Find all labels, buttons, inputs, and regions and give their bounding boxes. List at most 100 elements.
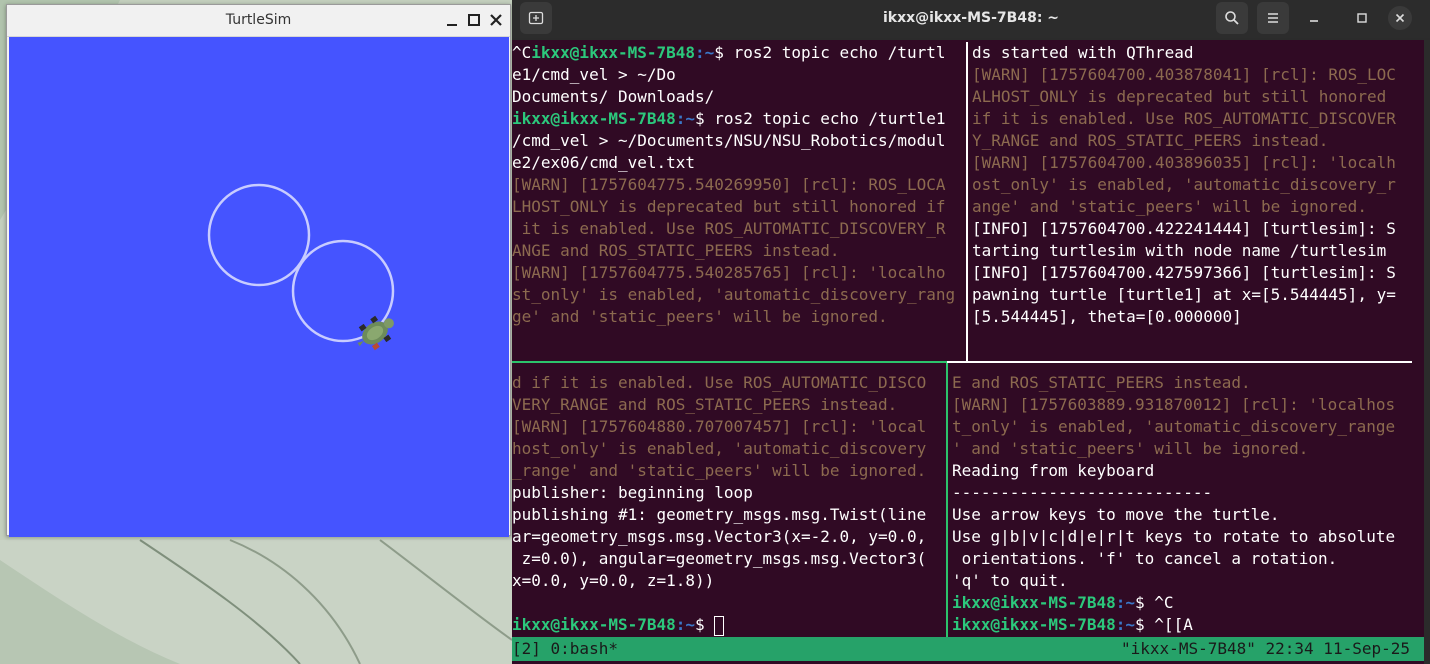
terminal-line: ar=geometry_msgs.msg.Vector3(x=-2.0, y=0… bbox=[512, 527, 927, 546]
terminal-line: /cmd_vel > ~/Documents/NSU/NSU_Robotics/… bbox=[512, 131, 946, 150]
terminal-line: LHOST_ONLY is deprecated but still honor… bbox=[512, 197, 946, 216]
terminal-line: ge' and 'static_peers' will be ignored. bbox=[512, 307, 888, 326]
prompt-path: :~ bbox=[675, 615, 696, 634]
terminal-line: ' and 'static_peers' will be ignored. bbox=[952, 439, 1309, 458]
tmux-status-bar: [2] 0:bash* "ikxx-MS-7B48" 22:34 11-Sep-… bbox=[512, 637, 1424, 661]
terminal-line: E and ROS_STATIC_PEERS instead. bbox=[952, 373, 1251, 392]
prompt-path: :~ bbox=[1115, 593, 1136, 612]
command-text: $ bbox=[695, 615, 715, 634]
tmux-pane-bottom-right[interactable]: E and ROS_STATIC_PEERS instead. [WARN] [1… bbox=[952, 372, 1424, 637]
terminal-line: ange' and 'static_peers' will be ignored… bbox=[972, 197, 1367, 216]
maximize-icon[interactable] bbox=[466, 12, 482, 28]
terminal-line: [WARN] [1757603889.931870012] [rcl]: 'lo… bbox=[952, 395, 1396, 414]
terminal-line: ikxx@ikxx-MS-7B48:~$ ros2 topic echo /tu… bbox=[512, 108, 966, 130]
terminal-body[interactable]: ^Cikxx@ikxx-MS-7B48:~$ ros2 topic echo /… bbox=[512, 40, 1424, 664]
terminal-line: ost_only' is enabled, 'automatic_discove… bbox=[972, 175, 1396, 194]
pane-divider-horizontal-active bbox=[512, 361, 947, 363]
command-text: $ ros2 topic echo /turtl bbox=[714, 43, 946, 62]
terminal-line: orientations. 'f' to cancel a rotation. bbox=[952, 549, 1338, 568]
terminal-line: ikxx@ikxx-MS-7B48:~$ bbox=[512, 614, 946, 636]
terminal-line: [WARN] [1757604775.540269950] [rcl]: ROS… bbox=[512, 175, 946, 194]
command-text: $ ^C bbox=[1135, 593, 1174, 612]
terminal-maximize-button[interactable] bbox=[1350, 6, 1374, 30]
terminal-scrollbar[interactable] bbox=[1424, 40, 1430, 664]
terminal-line: ANGE and ROS_STATIC_PEERS instead. bbox=[512, 241, 840, 260]
terminal-line: ALHOST_ONLY is deprecated but still hono… bbox=[972, 87, 1387, 106]
terminal-line: [INFO] [1757604700.422241444] [turtlesim… bbox=[972, 219, 1396, 238]
prompt-user-host: ikxx@ikxx-MS-7B48 bbox=[531, 43, 696, 62]
terminal-line: Use arrow keys to move the turtle. bbox=[952, 505, 1280, 524]
terminal-line: it is enabled. Use ROS_AUTOMATIC_DISCOVE… bbox=[512, 219, 946, 238]
prompt-path: :~ bbox=[695, 43, 715, 62]
terminal-line: VERY_RANGE and ROS_STATIC_PEERS instead. bbox=[512, 395, 898, 414]
prompt-path: :~ bbox=[675, 109, 696, 128]
tmux-pane-bottom-left[interactable]: d if it is enabled. Use ROS_AUTOMATIC_DI… bbox=[512, 372, 946, 637]
terminal-line: x=0.0, y=0.0, z=1.8)) bbox=[512, 571, 715, 590]
maximize-icon bbox=[1357, 13, 1367, 23]
hamburger-menu-icon bbox=[1268, 13, 1278, 23]
terminal-line: [INFO] [1757604700.427597366] [turtlesim… bbox=[972, 263, 1396, 282]
text-cursor bbox=[714, 615, 725, 636]
pane-divider-vertical-bottom bbox=[946, 363, 948, 637]
menu-button[interactable] bbox=[1257, 2, 1289, 34]
terminal-line: t_only' is enabled, 'automatic_discovery… bbox=[952, 417, 1396, 436]
terminal-line: if it is enabled. Use ROS_AUTOMATIC_DISC… bbox=[972, 109, 1396, 128]
prompt-user-host: ikxx@ikxx-MS-7B48 bbox=[512, 615, 676, 634]
terminal-line: z=0.0), angular=geometry_msgs.msg.Vector… bbox=[512, 549, 927, 568]
prompt-user-host: ikxx@ikxx-MS-7B48 bbox=[512, 109, 676, 128]
command-text: $ ^[[A bbox=[1135, 615, 1193, 634]
terminal-line: st_only' is enabled, 'automatic_discover… bbox=[512, 285, 956, 304]
terminal-line: [WARN] [1757604700.403878041] [rcl]: ROS… bbox=[972, 65, 1396, 84]
terminal-line: ikxx@ikxx-MS-7B48:~$ ^C bbox=[952, 592, 1424, 614]
pane-divider-vertical-top bbox=[966, 42, 968, 362]
terminal-title: ikxx@ikxx-MS-7B48: ~ bbox=[882, 10, 1060, 26]
turtlesim-title: TurtleSim bbox=[225, 12, 292, 28]
terminal-line: ikxx@ikxx-MS-7B48:~$ ^[[A bbox=[952, 614, 1424, 636]
prompt-path: :~ bbox=[1115, 615, 1136, 634]
terminal-line: [WARN] [1757604775.540285765] [rcl]: 'lo… bbox=[512, 263, 946, 282]
terminal-line: e1/cmd_vel > ~/Do bbox=[512, 65, 676, 84]
close-icon[interactable] bbox=[488, 12, 504, 28]
terminal-line: _range' and 'static_peers' will be ignor… bbox=[512, 461, 927, 480]
tmux-status-left: [2] 0:bash* bbox=[512, 639, 618, 658]
terminal-line: Documents/ Downloads/ bbox=[512, 87, 715, 106]
terminal-line: ds started with QThread bbox=[972, 43, 1194, 62]
terminal-line: 'q' to quit. bbox=[952, 571, 1068, 590]
trail-circle-left bbox=[207, 183, 311, 287]
terminal-line: Reading from keyboard bbox=[952, 461, 1155, 480]
search-icon bbox=[1225, 11, 1239, 25]
terminal-minimize-button[interactable] bbox=[1302, 6, 1326, 30]
tmux-pane-top-left[interactable]: ^Cikxx@ikxx-MS-7B48:~$ ros2 topic echo /… bbox=[512, 42, 966, 361]
terminal-line: [WARN] [1757604700.403896035] [rcl]: 'lo… bbox=[972, 153, 1396, 172]
terminal-headerbar[interactable]: ikxx@ikxx-MS-7B48: ~ bbox=[512, 0, 1430, 38]
search-button[interactable] bbox=[1216, 2, 1248, 34]
close-icon bbox=[1395, 13, 1405, 23]
terminal-line-prefix: ^C bbox=[512, 43, 532, 62]
minimize-icon[interactable] bbox=[444, 12, 460, 28]
terminal-line: publisher: beginning loop bbox=[512, 483, 753, 502]
terminal-line: Use g|b|v|c|d|e|r|t keys to rotate to ab… bbox=[952, 527, 1396, 546]
terminal-line: ^Cikxx@ikxx-MS-7B48:~$ ros2 topic echo /… bbox=[512, 42, 966, 64]
turtlesim-window: TurtleSim bbox=[6, 4, 511, 537]
turtle-trail-drawing bbox=[207, 183, 395, 351]
terminal-close-button[interactable] bbox=[1388, 6, 1412, 30]
tmux-status-right: "ikxx-MS-7B48" 22:34 11-Sep-25 bbox=[1121, 639, 1410, 658]
tmux-pane-top-right[interactable]: ds started with QThread [WARN] [175760470… bbox=[972, 42, 1424, 361]
terminal-line: [5.544445], theta=[0.000000] bbox=[972, 307, 1242, 326]
turtlesim-canvas[interactable] bbox=[9, 37, 509, 537]
terminal-line: Y_RANGE and ROS_STATIC_PEERS instead. bbox=[972, 131, 1329, 150]
terminal-line: e2/ex06/cmd_vel.txt bbox=[512, 153, 696, 172]
terminal-line: pawning turtle [turtle1] at x=[5.544445]… bbox=[972, 285, 1396, 304]
terminal-line: host_only' is enabled, 'automatic_discov… bbox=[512, 439, 927, 458]
turtlesim-titlebar[interactable]: TurtleSim bbox=[7, 5, 510, 37]
terminal-line: tarting turtlesim with node name /turtle… bbox=[972, 241, 1387, 260]
prompt-user-host: ikxx@ikxx-MS-7B48 bbox=[952, 593, 1116, 612]
terminal-line: publishing #1: geometry_msgs.msg.Twist(l… bbox=[512, 505, 927, 524]
terminal-line: d if it is enabled. Use ROS_AUTOMATIC_DI… bbox=[512, 373, 927, 392]
turtle-sprite bbox=[357, 315, 394, 351]
command-text: $ ros2 topic echo /turtle1 bbox=[695, 109, 946, 128]
prompt-user-host: ikxx@ikxx-MS-7B48 bbox=[952, 615, 1116, 634]
terminal-window: ikxx@ikxx-MS-7B48: ~ ^Cikxx@ikxx-MS-7B48… bbox=[512, 0, 1430, 664]
terminal-line: [WARN] [1757604880.707007457] [rcl]: 'lo… bbox=[512, 417, 927, 436]
